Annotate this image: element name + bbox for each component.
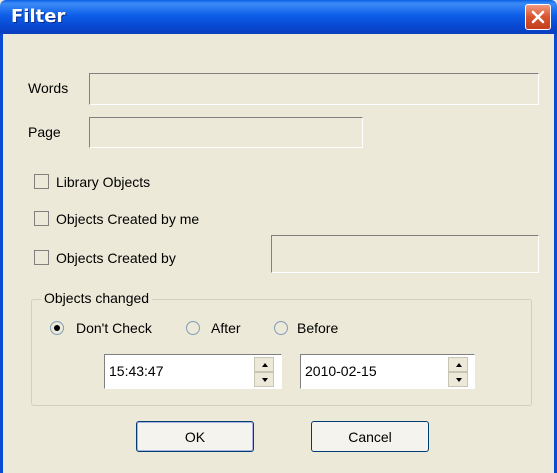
date-spin-up[interactable]	[448, 357, 468, 372]
ok-button[interactable]: OK	[136, 421, 254, 452]
before-radio[interactable]	[274, 321, 288, 335]
time-spinner[interactable]	[254, 357, 274, 387]
date-spin-down[interactable]	[448, 372, 468, 387]
filter-dialog: Filter Words Page Library Objects Object…	[0, 0, 557, 473]
date-value: 2010-02-15	[305, 363, 377, 379]
time-value: 15:43:47	[109, 363, 164, 379]
created-by-input[interactable]	[271, 235, 539, 273]
objects-created-by-me-label: Objects Created by me	[56, 211, 200, 227]
page-input[interactable]	[89, 117, 363, 148]
objects-created-by-me-checkbox[interactable]	[34, 211, 49, 226]
arrow-up-icon	[262, 363, 268, 367]
date-spinner[interactable]	[448, 357, 468, 387]
objects-changed-title: Objects changed	[41, 290, 153, 306]
before-label: Before	[297, 320, 339, 336]
objects-created-by-checkbox[interactable]	[34, 250, 49, 265]
cancel-button[interactable]: Cancel	[311, 421, 429, 452]
objects-changed-group	[31, 299, 532, 406]
objects-created-by-label: Objects Created by	[56, 250, 176, 266]
library-objects-label: Library Objects	[56, 174, 151, 190]
time-spin-down[interactable]	[254, 372, 274, 387]
arrow-up-icon	[456, 363, 462, 367]
dont-check-label: Don't Check	[76, 320, 152, 336]
words-label: Words	[28, 80, 69, 96]
words-input[interactable]	[89, 73, 539, 105]
after-label: After	[211, 320, 241, 336]
time-spin-up[interactable]	[254, 357, 274, 372]
after-radio[interactable]	[186, 321, 200, 335]
close-button[interactable]	[525, 4, 551, 30]
arrow-down-icon	[456, 378, 462, 382]
arrow-down-icon	[262, 378, 268, 382]
close-icon	[531, 10, 545, 24]
dont-check-radio[interactable]	[50, 321, 64, 335]
window-title: Filter	[11, 6, 66, 27]
library-objects-checkbox[interactable]	[34, 174, 49, 189]
title-bar[interactable]: Filter	[0, 0, 557, 34]
page-label: Page	[28, 124, 61, 140]
